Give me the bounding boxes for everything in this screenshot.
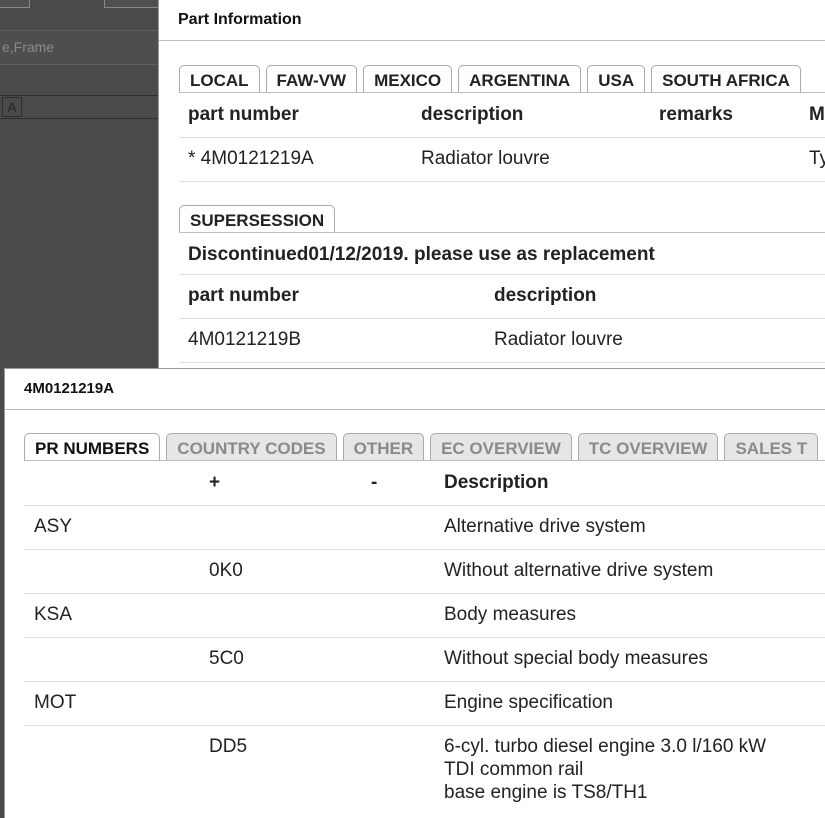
tab-other[interactable]: OTHER: [342, 433, 425, 461]
pr-description: Alternative drive system: [444, 516, 646, 537]
background-field-text: e,Frame: [2, 39, 55, 55]
tab-country-codes[interactable]: COUNTRY CODES: [166, 433, 337, 461]
supersession-note: Discontinued01/12/2019. please use as re…: [188, 244, 655, 265]
extra-cell: Ty: [809, 148, 825, 169]
pr-family: ASY: [34, 516, 73, 537]
pr-numbers-dialog: 4M0121219A PR NUMBERS COUNTRY CODES OTHE…: [4, 368, 825, 818]
pr-description: Without special body measures: [444, 648, 709, 669]
font-icon[interactable]: A: [2, 97, 22, 117]
tab-supersession[interactable]: SUPERSESSION: [179, 205, 336, 233]
market-tabs: LOCAL FAW-VW MEXICO ARGENTINA USA SOUTH …: [179, 65, 807, 93]
background-button[interactable]: [104, 0, 166, 8]
tab-tc-overview[interactable]: TC OVERVIEW: [577, 433, 719, 461]
background-button[interactable]: [0, 0, 30, 8]
tab-ec-overview[interactable]: EC OVERVIEW: [430, 433, 572, 461]
tab-argentina[interactable]: ARGENTINA: [458, 65, 582, 93]
tab-pr-numbers[interactable]: PR NUMBERS: [24, 433, 161, 461]
pr-description: Without alternative drive system: [444, 560, 714, 581]
pr-code[interactable]: DD5: [209, 736, 247, 758]
pr-code[interactable]: 5C0: [209, 648, 244, 670]
tab-mexico[interactable]: MEXICO: [363, 65, 453, 93]
dialog-title: Part Information: [159, 0, 825, 41]
replacement-column-part-number: part number: [188, 285, 299, 306]
pr-description: Engine specification: [444, 692, 613, 713]
column-minus: -: [371, 472, 378, 493]
column-description: Description: [444, 472, 549, 493]
tab-sales[interactable]: SALES T: [724, 433, 819, 461]
pr-description-line: base engine is TS8/TH1: [444, 782, 648, 803]
description-cell: Radiator louvre: [421, 148, 550, 169]
pr-family: MOT: [34, 692, 77, 713]
tab-south-africa[interactable]: SOUTH AFRICA: [651, 65, 801, 93]
tab-faw-vw[interactable]: FAW-VW: [265, 65, 358, 93]
background-toolbar: [0, 95, 160, 119]
column-plus: +: [209, 472, 221, 493]
tab-usa[interactable]: USA: [587, 65, 646, 93]
column-m: M: [809, 104, 825, 125]
supersession-tabs: SUPERSESSION: [179, 205, 341, 233]
column-part-number: part number: [188, 104, 299, 125]
pr-description: Body measures: [444, 604, 577, 625]
column-description: description: [421, 104, 524, 125]
pr-code[interactable]: 0K0: [209, 560, 243, 582]
pr-tabs: PR NUMBERS COUNTRY CODES OTHER EC OVERVI…: [24, 433, 824, 461]
pr-description-line: TDI common rail: [444, 759, 584, 780]
replacement-description: Radiator louvre: [494, 329, 623, 350]
background-search-field[interactable]: e,Frame: [0, 30, 160, 65]
tab-local[interactable]: LOCAL: [179, 65, 260, 93]
pr-family: KSA: [34, 604, 73, 625]
dialog-title: 4M0121219A: [5, 369, 825, 410]
replacement-column-description: description: [494, 285, 597, 306]
pr-description-line: 6-cyl. turbo diesel engine 3.0 l/160 kW: [444, 736, 767, 757]
replacement-part-number[interactable]: 4M0121219B: [188, 329, 301, 351]
column-remarks: remarks: [659, 104, 733, 125]
part-number-cell[interactable]: * 4M0121219A: [188, 148, 314, 170]
part-information-dialog: Part Information LOCAL FAW-VW MEXICO ARG…: [158, 0, 825, 368]
